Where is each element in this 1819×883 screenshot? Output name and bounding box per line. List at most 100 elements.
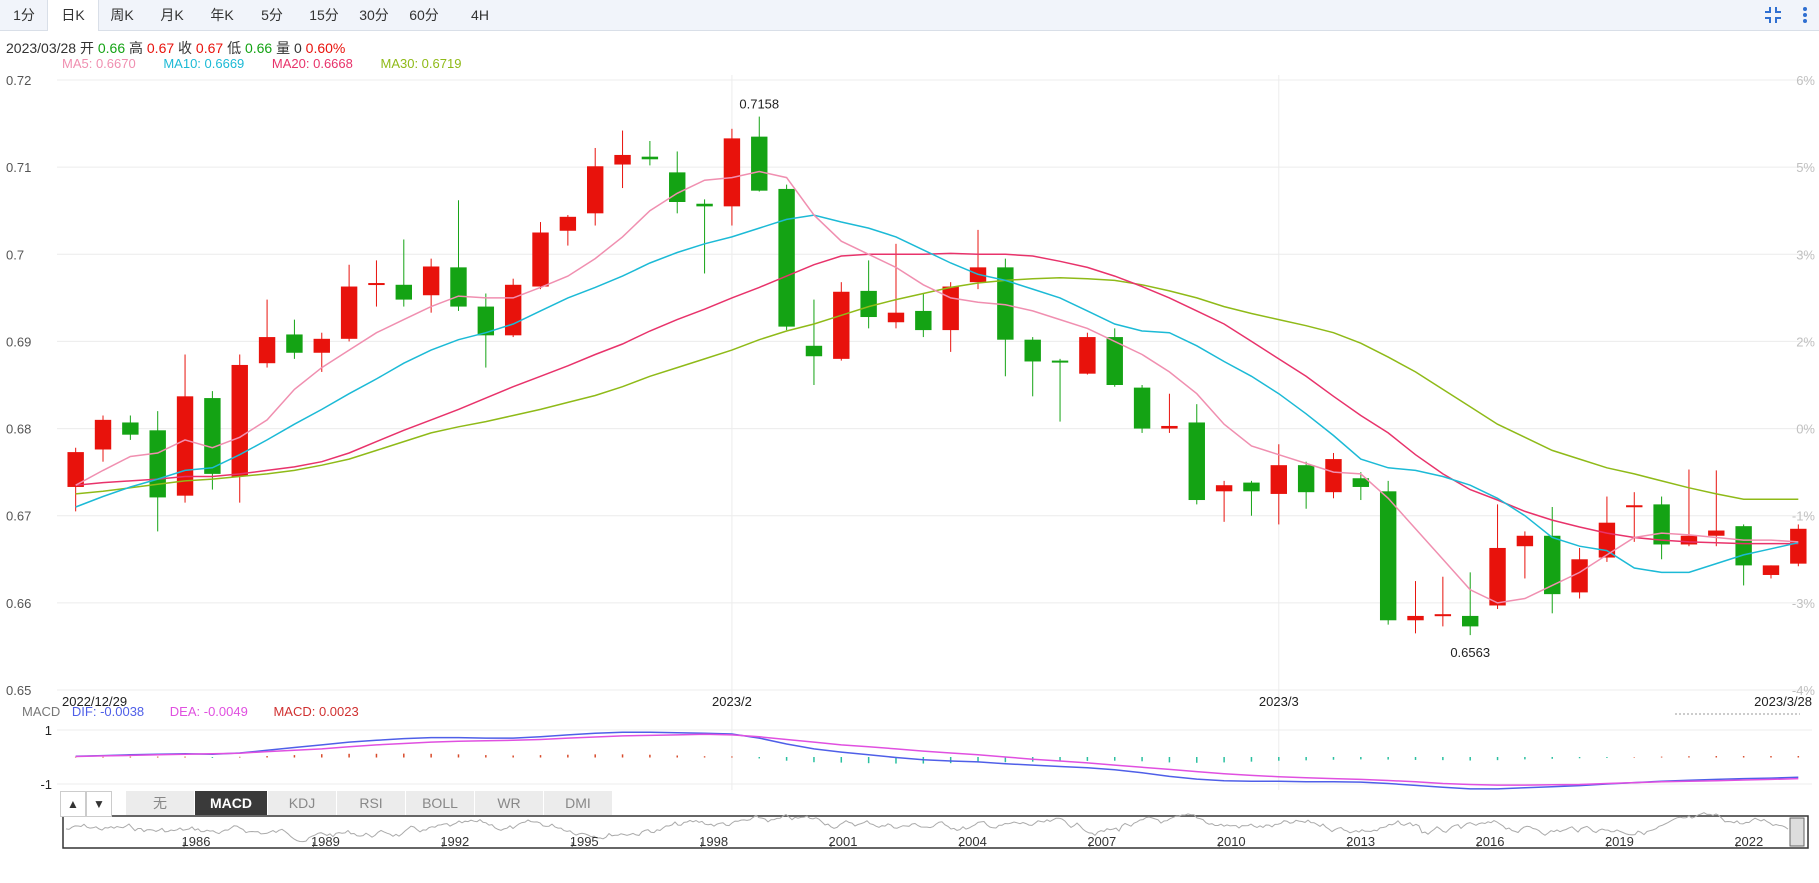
candle: [887, 243, 905, 329]
candle: [477, 293, 495, 368]
candle: [122, 415, 139, 440]
tab-5分[interactable]: 5分: [247, 0, 297, 30]
candle-body: [1598, 522, 1616, 558]
candle: [67, 447, 84, 512]
candle-body: [204, 398, 221, 474]
tab-15分[interactable]: 15分: [298, 0, 350, 30]
candle: [1270, 444, 1287, 525]
candle: [1243, 480, 1260, 516]
candle-body: [1516, 535, 1534, 547]
indicator-tab-boll[interactable]: BOLL: [406, 791, 475, 815]
navigator-year-label: 2007: [1087, 834, 1116, 849]
candle: [641, 141, 659, 166]
navigator-year-label: 2013: [1346, 834, 1375, 849]
candle-body: [1079, 337, 1096, 374]
close-label: 收: [178, 40, 193, 56]
candle-body: [942, 286, 959, 331]
candle-body: [1215, 485, 1233, 492]
tab-4H[interactable]: 4H: [458, 0, 502, 30]
scroll-up-button[interactable]: ▲: [60, 791, 86, 817]
change-value: 0.60%: [305, 40, 346, 56]
candle-body: [887, 312, 905, 323]
collapse-icon[interactable]: [1762, 4, 1784, 26]
ohlc-info: 2023/03/28 开 0.66 高 0.67 收 0.67 低 0.66 量…: [6, 38, 345, 58]
candle: [258, 299, 276, 368]
candle-body: [860, 290, 877, 318]
ma-legend: MA5: 0.6670 MA10: 0.6669 MA20: 0.6668 MA…: [62, 56, 485, 71]
x-axis-label: 2023/3: [1259, 694, 1299, 709]
y-tick-label: 0.67: [6, 509, 31, 524]
candle-body: [1161, 425, 1178, 429]
candle-body: [805, 345, 823, 357]
candle: [422, 258, 440, 313]
y-tick-label: 0.72: [6, 73, 31, 88]
candle: [204, 391, 221, 490]
candle: [1079, 332, 1096, 375]
candle: [860, 260, 877, 329]
candle: [368, 260, 385, 307]
navigator-year-label: 1992: [440, 834, 469, 849]
ma30-legend: MA30: 0.6719: [380, 56, 462, 71]
indicator-tab-无[interactable]: 无: [126, 791, 195, 815]
indicator-tab-wr[interactable]: WR: [475, 791, 544, 815]
candle: [1735, 524, 1752, 586]
candle: [805, 299, 823, 385]
candle: [450, 200, 467, 311]
tab-周K[interactable]: 周K: [97, 0, 147, 30]
candle-body: [669, 172, 686, 202]
candle: [1653, 496, 1670, 560]
ma20-legend: MA20: 0.6668: [271, 56, 353, 71]
candle: [1762, 565, 1780, 579]
candle: [1598, 496, 1616, 562]
x-axis-label: 2023/3/28: [1754, 694, 1812, 709]
tab-60分[interactable]: 60分: [396, 0, 452, 30]
candle-body: [1544, 535, 1561, 595]
candle: [395, 239, 412, 307]
tab-日K[interactable]: 日K: [47, 0, 99, 31]
candle-body: [1243, 482, 1260, 492]
candle: [614, 130, 631, 189]
indicator-tab-dmi[interactable]: DMI: [544, 791, 613, 815]
y-tick-label: 0.68: [6, 422, 31, 437]
candle-body: [915, 310, 932, 331]
candle-body: [286, 334, 303, 353]
candle-body: [696, 203, 713, 207]
pct-tick-label: 2%: [1796, 334, 1815, 349]
low-annotation: 0.6563: [1450, 645, 1490, 660]
more-vertical-icon[interactable]: [1794, 4, 1816, 26]
tab-年K[interactable]: 年K: [197, 0, 247, 30]
candle-body: [1462, 615, 1479, 627]
candle-body: [1106, 337, 1123, 385]
candlestick-chart[interactable]: 0.72 6% 0.71 5% 0.7 3% 0.69 2% 0.68 0% 0.67 -1% 0.66…: [0, 0, 1819, 883]
candle-body: [149, 430, 166, 498]
candle-body: [340, 286, 358, 339]
candle-body: [1434, 614, 1452, 617]
candle: [1352, 472, 1370, 501]
navigator-year-label: 2016: [1476, 834, 1505, 849]
candle: [1379, 480, 1397, 625]
tab-30分[interactable]: 30分: [349, 0, 399, 30]
candle: [1215, 480, 1233, 522]
macd-value-legend: MACD: 0.0023: [273, 704, 359, 719]
tab-1分[interactable]: 1分: [2, 0, 46, 30]
low-label: 低: [227, 40, 242, 56]
high-value: 0.67: [146, 40, 175, 56]
macd-name: MACD: [22, 704, 61, 719]
scroll-down-button[interactable]: ▼: [86, 791, 112, 817]
indicator-tab-macd[interactable]: MACD: [195, 791, 268, 815]
candle-body: [1379, 491, 1397, 621]
indicator-tab-rsi[interactable]: RSI: [337, 791, 406, 815]
volume-value: 0: [293, 40, 302, 56]
candle: [1489, 504, 1506, 609]
candle-body: [477, 306, 495, 336]
ma5-legend: MA5: 0.6670: [62, 56, 136, 71]
indicator-tab-kdj[interactable]: KDJ: [268, 791, 337, 815]
y-tick-label: 0.7: [6, 247, 24, 262]
candle: [1544, 507, 1561, 614]
x-axis-label: 2023/2: [712, 694, 752, 709]
pct-tick-label: 6%: [1796, 73, 1815, 88]
candle-body: [1133, 387, 1151, 429]
tab-月K[interactable]: 月K: [147, 0, 197, 30]
candle: [176, 354, 194, 503]
candle: [149, 411, 166, 532]
